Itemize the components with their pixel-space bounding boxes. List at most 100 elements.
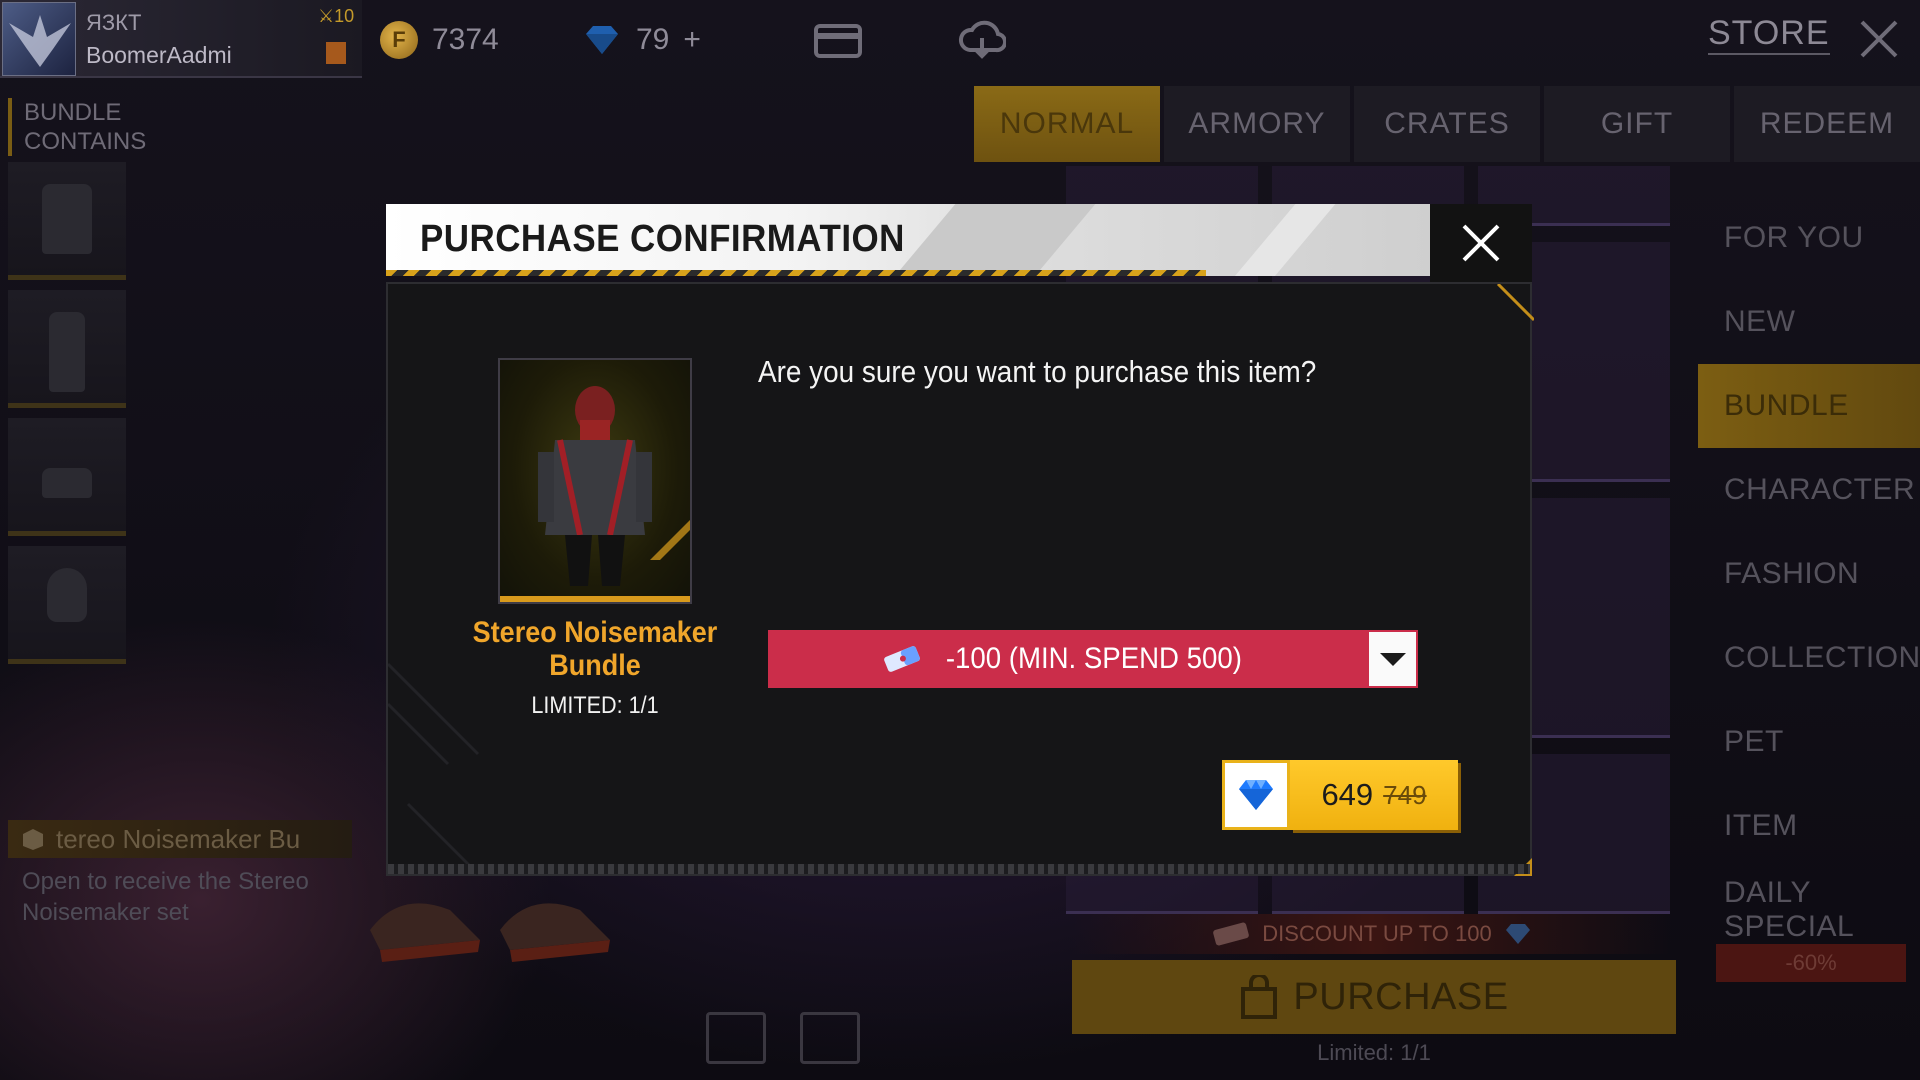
bundle-item-shoes[interactable]	[8, 418, 126, 536]
cloud-download-icon[interactable]	[954, 16, 1010, 64]
tab-crates[interactable]: CRATES	[1354, 86, 1540, 162]
category-for-you[interactable]: FOR YOU	[1698, 196, 1920, 280]
item-rarity-bar	[500, 596, 690, 602]
category-collection-label: COLLECTION	[1724, 641, 1920, 674]
voucher-ticket-icon	[1213, 922, 1250, 946]
daily-special-discount-badge: -60%	[1716, 944, 1906, 982]
category-pet-label: PET	[1724, 725, 1784, 758]
price-display[interactable]: 649 749	[1290, 760, 1458, 830]
tab-crates-label: CRATES	[1384, 107, 1510, 140]
item-name: Stereo Noisemaker Bundle	[463, 616, 728, 682]
category-item[interactable]: ITEM	[1698, 784, 1920, 868]
dropdown-arrow-shape	[1379, 652, 1406, 666]
bundle-heading-line2: CONTAINS	[24, 128, 147, 155]
add-diamonds-button[interactable]: +	[683, 23, 701, 57]
bundle-item-jacket[interactable]	[8, 162, 126, 280]
category-character[interactable]: CHARACTER	[1698, 448, 1920, 532]
confirm-purchase-button[interactable]: 649 749	[1222, 760, 1458, 830]
item-limit: LIMITED: 1/1	[531, 692, 659, 719]
confirmation-question: Are you sure you want to purchase this i…	[758, 354, 1317, 389]
player-level-value: 10	[334, 6, 355, 26]
category-menu: FOR YOU NEW BUNDLE CHARACTER FASHION COL…	[1698, 196, 1920, 952]
guild-tag: ЯЗКТ	[86, 10, 142, 35]
background-purchase-label: PURCHASE	[1293, 975, 1509, 1018]
bundle-item-mask[interactable]	[8, 546, 126, 664]
bundle-name: tereo Noisemaker Bu	[56, 823, 301, 854]
player-name: BoomerAadmi	[86, 42, 232, 68]
bundle-description: Open to receive the Stereo Noisemaker se…	[22, 868, 309, 926]
voucher-dropdown[interactable]: -100 (MIN. SPEND 500)	[768, 630, 1418, 688]
price-current: 649	[1321, 777, 1374, 812]
shopping-bag-icon	[1241, 975, 1278, 1019]
pants-icon	[49, 312, 85, 392]
category-fashion[interactable]: FASHION	[1698, 532, 1920, 616]
bundle-contains-heading: BUNDLE CONTAINS	[8, 98, 146, 156]
category-pet[interactable]: PET	[1698, 700, 1920, 784]
diamond-icon	[1505, 924, 1530, 944]
rank-flag-icon	[326, 42, 346, 64]
bundle-item-list	[8, 162, 126, 674]
chevron-down-icon[interactable]	[1367, 630, 1418, 688]
bundle-box-icon	[23, 829, 43, 850]
gold-coin-icon: F	[380, 21, 418, 59]
top-bar: ЯЗКТ BoomerAadmi ⚔10 F 7374 79 + STORE	[0, 0, 1920, 80]
voucher-selected-value[interactable]: -100 (MIN. SPEND 500)	[768, 630, 1368, 688]
purchase-confirmation-dialog: PURCHASE CONFIRMATION Stereo Noisemaker …	[386, 204, 1534, 876]
category-daily-special[interactable]: DAILY SPECIAL	[1698, 868, 1920, 952]
pose-view-icon[interactable]	[800, 1012, 860, 1064]
category-for-you-label: FOR YOU	[1724, 221, 1864, 254]
voucher-label: -100 (MIN. SPEND 500)	[945, 642, 1242, 675]
bundle-item-pants[interactable]	[8, 290, 126, 408]
dialog-corner-accent	[1514, 858, 1532, 876]
player-card[interactable]: ЯЗКТ BoomerAadmi ⚔10	[0, 0, 362, 78]
gold-amount: 7374	[432, 23, 499, 56]
tab-normal-label: NORMAL	[999, 107, 1135, 140]
character-bundle-image	[538, 386, 690, 586]
store-close-icon[interactable]	[1856, 16, 1902, 62]
category-bundle-label: BUNDLE	[1724, 389, 1849, 422]
price-original: 749	[1383, 779, 1427, 810]
bundle-item-card	[498, 358, 692, 604]
diamond-icon	[586, 26, 618, 54]
tab-gift[interactable]: GIFT	[1544, 86, 1730, 162]
category-character-label: CHARACTER	[1724, 473, 1916, 506]
bundle-name-bar: tereo Noisemaker Bu	[8, 820, 352, 858]
category-fashion-label: FASHION	[1724, 557, 1860, 590]
sneakers-preview-image	[370, 903, 610, 962]
background-limited-text: Limited: 1/1	[1317, 1040, 1431, 1065]
mask-icon	[47, 568, 87, 622]
bundle-heading-line1: BUNDLE	[24, 99, 122, 126]
item-name-line1: Stereo Noisemaker	[472, 616, 718, 649]
close-icon[interactable]	[1454, 216, 1508, 270]
category-bundle[interactable]: BUNDLE	[1698, 364, 1920, 448]
preview-controls	[706, 1012, 860, 1064]
eagle-avatar-icon	[9, 15, 71, 67]
discount-text: DISCOUNT UP TO 100	[1262, 921, 1492, 946]
jacket-icon	[42, 184, 92, 254]
category-item-label: ITEM	[1724, 809, 1798, 842]
tab-armory[interactable]: ARMORY	[1164, 86, 1350, 162]
hazard-stripe	[386, 270, 1206, 276]
membership-card-icon[interactable]	[812, 16, 868, 64]
category-new[interactable]: NEW	[1698, 280, 1920, 364]
category-new-label: NEW	[1724, 305, 1796, 338]
discount-strip: DISCOUNT UP TO 100	[1072, 914, 1672, 954]
tab-gift-label: GIFT	[1600, 107, 1674, 140]
tab-redeem-label: REDEEM	[1759, 107, 1895, 140]
background-purchase-button[interactable]: PURCHASE	[1072, 960, 1676, 1034]
price-currency-box	[1222, 760, 1290, 830]
tab-normal[interactable]: NORMAL	[974, 86, 1160, 162]
player-avatar	[2, 2, 76, 76]
tab-redeem[interactable]: REDEEM	[1734, 86, 1920, 162]
dialog-title: PURCHASE CONFIRMATION	[420, 218, 905, 260]
gold-balance: F 7374	[380, 18, 499, 62]
rotate-view-icon[interactable]	[706, 1012, 766, 1064]
tab-armory-label: ARMORY	[1188, 107, 1326, 140]
category-daily-special-label: DAILY SPECIAL	[1724, 876, 1855, 943]
shoes-icon	[42, 468, 92, 498]
diamond-balance[interactable]: 79 +	[582, 18, 701, 62]
store-tabs: NORMAL ARMORY CRATES GIFT REDEEM	[974, 86, 1920, 162]
game-store-screen: ЯЗКТ BoomerAadmi ⚔10 F 7374 79 + STORE N…	[0, 0, 1920, 1080]
diamond-icon	[1239, 780, 1273, 810]
category-collection[interactable]: COLLECTION	[1698, 616, 1920, 700]
